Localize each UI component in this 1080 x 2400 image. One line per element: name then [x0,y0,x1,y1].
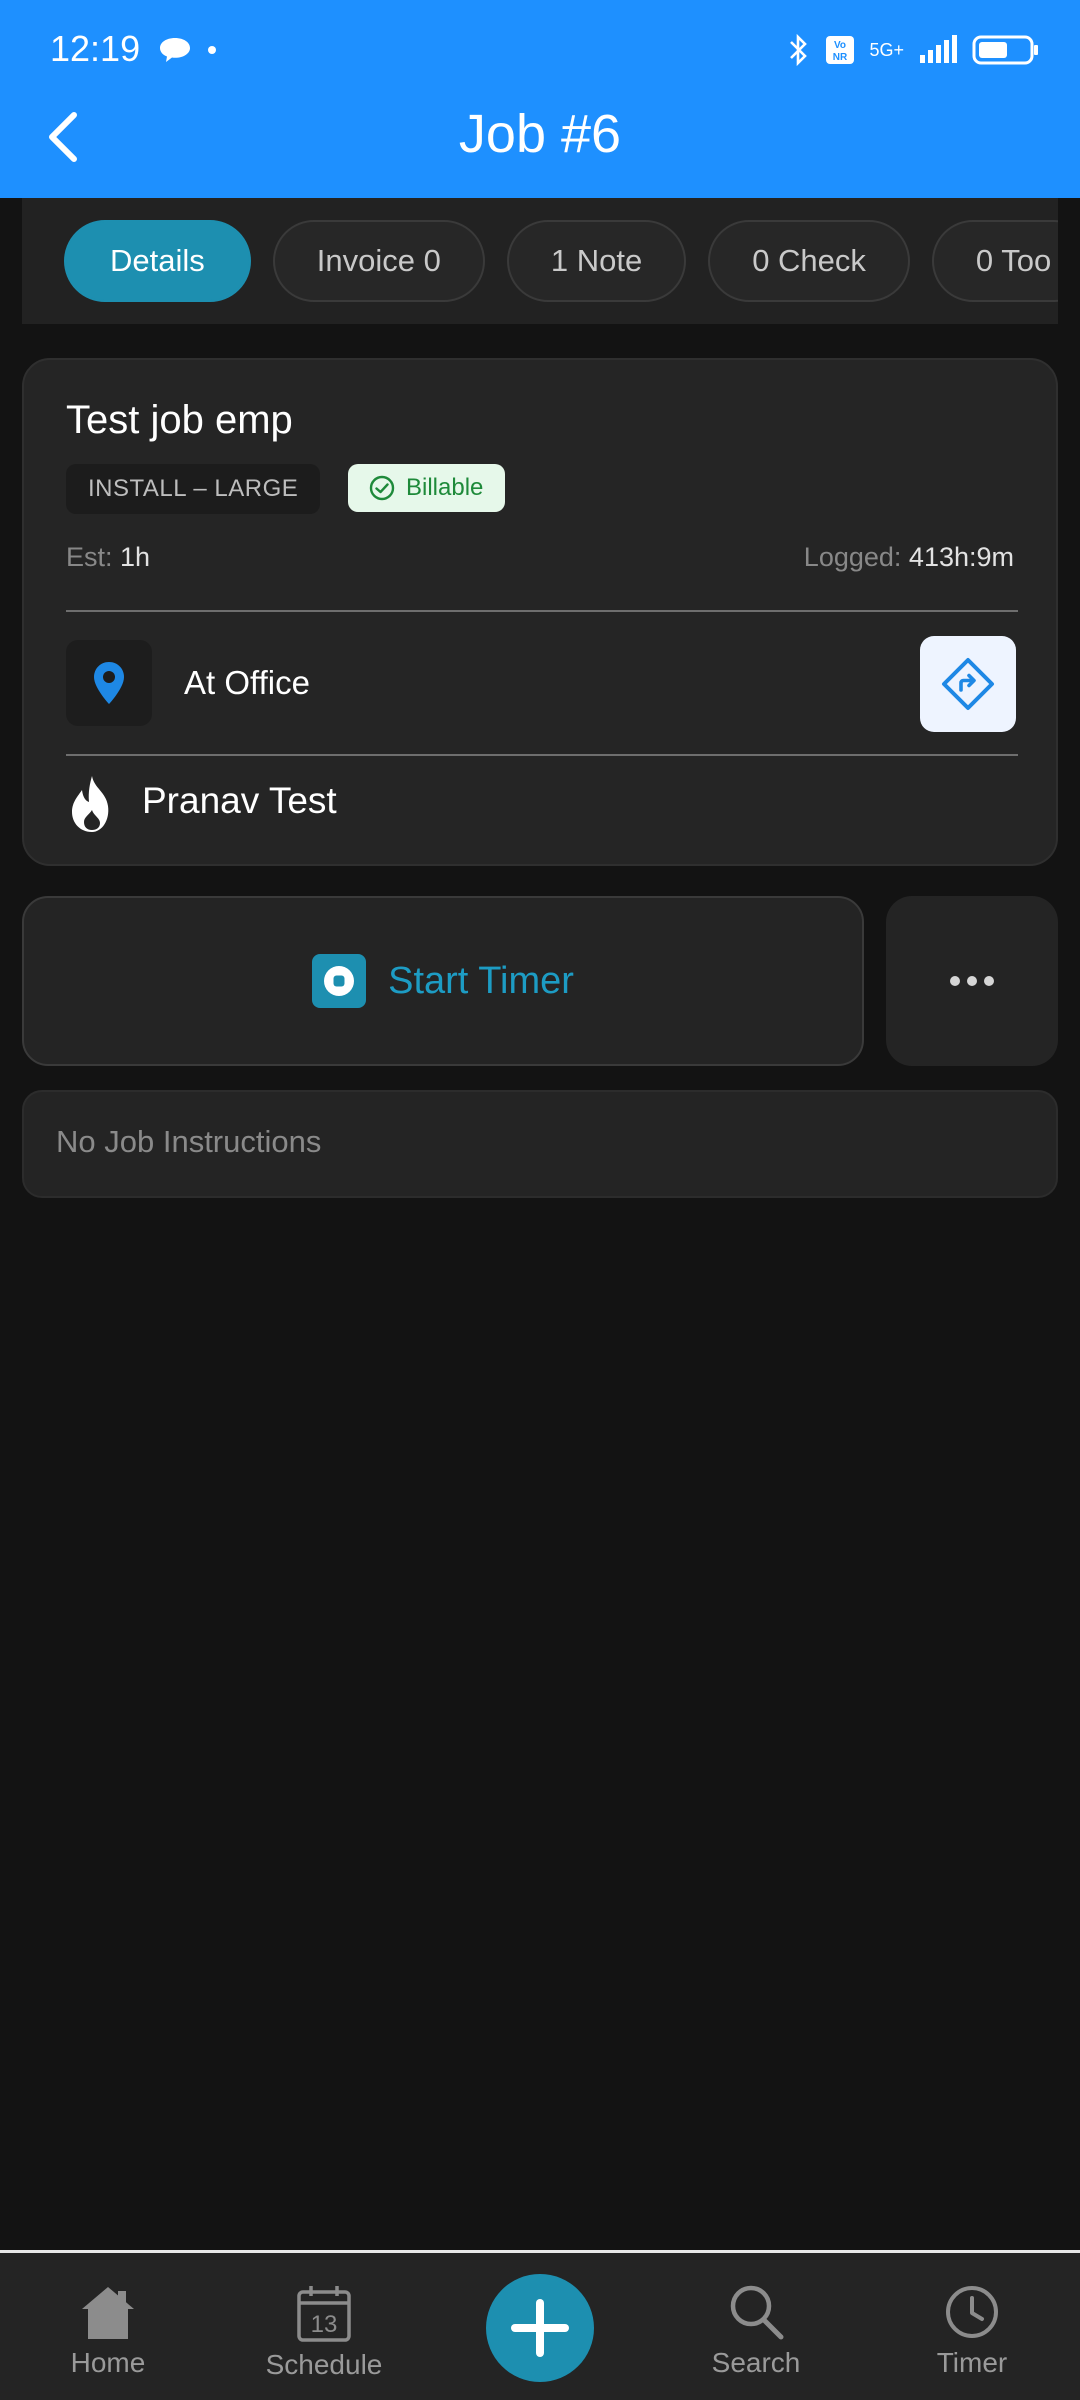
bluetooth-icon [790,33,808,67]
add-button[interactable] [486,2274,594,2382]
logged-value: 413h:9m [908,542,1014,572]
start-timer-label: Start Timer [388,959,574,1002]
status-time: 12:19 [50,28,141,69]
tab-details[interactable]: Details [64,220,251,302]
volte-icon: Vo NR [826,36,855,64]
svg-text:Vo: Vo [834,40,846,51]
more-dot-icon [950,976,960,986]
tab-bar: Details Invoice 0 1 Note 0 Check 0 Too [22,198,1058,324]
timer-record-icon [312,954,367,1008]
chat-notification-icon [160,38,190,62]
notification-dot [208,46,216,54]
status-icons: Vo NR 5G+ [787,26,1040,74]
est-value: 1h [120,542,151,572]
nav-schedule-label: Schedule [265,2349,383,2380]
battery-icon [972,35,1038,65]
fire-icon [72,776,109,832]
location-icon-box [66,640,152,726]
logged-label: Logged: [803,542,902,572]
tab-tools[interactable]: 0 Too [931,220,1058,302]
calendar-day: 13 [311,2311,338,2338]
estimated-time: Est: 1h [66,542,150,573]
nav-timer-label: Timer [936,2347,1008,2378]
tab-checklist[interactable]: 0 Check [708,220,910,302]
location-label[interactable]: At Office [184,664,310,702]
job-summary-card: Test job emp INSTALL – LARGE Billable Es… [22,358,1058,866]
logged-time: Logged: 413h:9m [804,542,1014,573]
job-title: Test job emp [66,398,293,442]
nav-timer[interactable]: Timer [892,2283,1052,2379]
more-dot-icon [967,976,977,986]
plus-icon [511,2299,569,2357]
job-instructions: No Job Instructions [22,1090,1058,1198]
more-dot-icon [984,976,994,986]
nav-home-label: Home [70,2347,146,2378]
directions-icon [942,658,994,710]
map-pin-icon [94,662,124,704]
billable-badge: Billable [348,464,506,512]
calendar-icon: 13 [297,2286,351,2342]
check-circle-icon [369,475,395,501]
app-header: 12:19 Vo NR 5G+ Job #6 [0,0,1080,198]
nav-schedule[interactable]: 13 Schedule [244,2283,404,2381]
directions-button[interactable] [920,636,1016,732]
divider [66,754,1018,756]
search-icon [730,2285,784,2340]
divider [66,610,1018,612]
status-bar: 12:19 Vo NR 5G+ [0,0,1080,100]
more-options-button[interactable] [886,896,1058,1066]
home-icon [82,2287,134,2339]
clock-icon [946,2286,998,2338]
tab-invoice[interactable]: Invoice 0 [272,220,485,302]
billable-label: Billable [406,474,484,501]
tab-notes[interactable]: 1 Note [506,220,687,302]
signal-icon [920,35,957,63]
job-instructions-text: No Job Instructions [56,1124,322,1159]
assignee-name: Pranav Test [142,780,337,821]
nav-home[interactable]: Home [28,2283,188,2379]
start-timer-button[interactable]: Start Timer [22,896,864,1066]
page-title: Job #6 [458,104,622,164]
network-type: 5G+ [869,40,904,60]
nav-search[interactable]: Search [676,2283,836,2379]
est-label: Est: [66,542,113,572]
job-type-badge: INSTALL – LARGE [66,464,321,514]
svg-text:NR: NR [833,52,848,63]
nav-search-label: Search [711,2347,801,2378]
